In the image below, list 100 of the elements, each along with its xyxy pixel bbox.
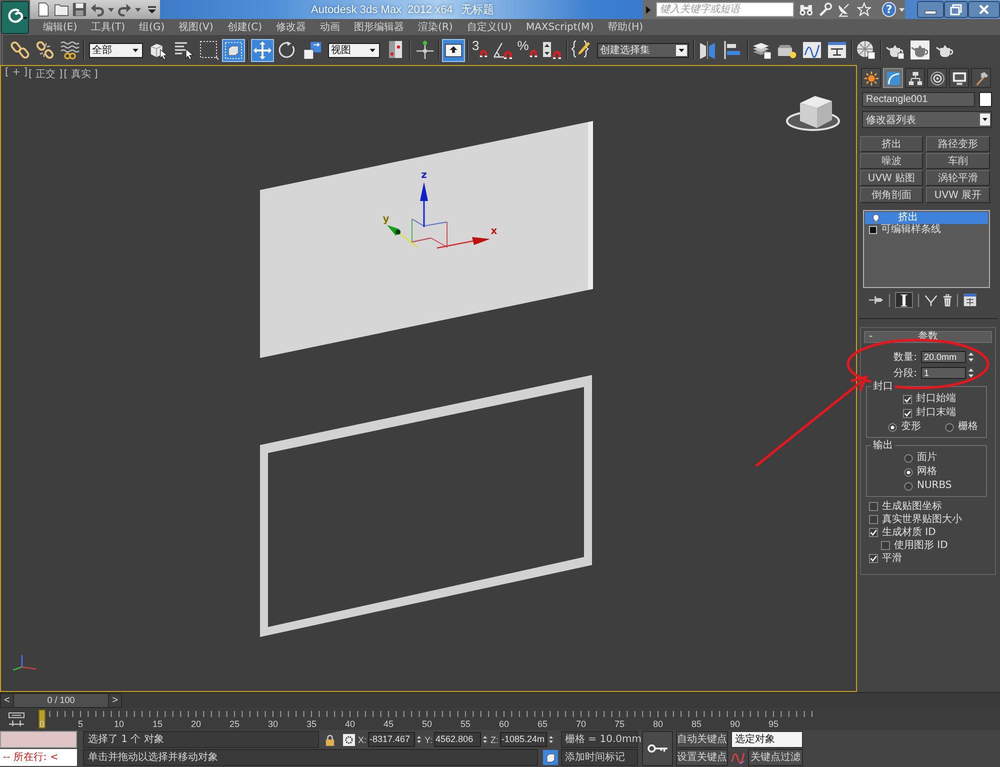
spinner-magnet-icon[interactable]	[542, 40, 562, 60]
minimize-icon[interactable]	[917, 1, 944, 18]
dashed-square-icon[interactable]	[198, 40, 218, 60]
modifier-button[interactable]: 路径变形	[926, 136, 990, 152]
viewport-label[interactable]: [ 真实 ]	[64, 67, 98, 81]
expand-icon[interactable]	[646, 6, 651, 14]
listener-input-field[interactable]	[0, 731, 77, 748]
radio-button[interactable]	[945, 422, 954, 432]
viewport-label[interactable]: [ + ]	[5, 67, 28, 81]
broken-chain-icon[interactable]	[34, 40, 54, 60]
checkbox[interactable]	[869, 554, 878, 563]
timeline-ticks[interactable]	[49, 710, 812, 718]
close-icon[interactable]	[968, 1, 1000, 18]
segments-field[interactable]: 1	[921, 367, 966, 379]
wave-icon[interactable]	[60, 40, 80, 60]
checkbox[interactable]	[903, 408, 912, 418]
panel-tab[interactable]	[971, 68, 991, 88]
menu-item[interactable]: 帮助(H)	[608, 20, 644, 34]
named-selection-dropdown[interactable]: 创建选择集	[596, 42, 689, 58]
layers-icon[interactable]	[752, 40, 772, 60]
app-logo-icon[interactable]	[0, 0, 30, 35]
radio-button[interactable]	[904, 468, 913, 476]
modifier-button[interactable]: 涡轮平滑	[926, 170, 990, 186]
checkbox[interactable]	[869, 502, 878, 511]
stack-item[interactable]: 可编辑样条线	[865, 224, 988, 236]
previous-frame-button[interactable]: <	[1, 694, 13, 707]
modifier-button[interactable]: 车削	[926, 153, 990, 169]
search-field[interactable]: 键入关键字或短语	[656, 2, 794, 17]
menu-item[interactable]: MAXScript(M)	[526, 22, 594, 32]
modifier-button[interactable]: 挤出	[860, 136, 923, 152]
list-cursor-icon[interactable]	[174, 40, 194, 60]
panel-tab[interactable]	[927, 68, 947, 88]
help-button[interactable]: ?	[882, 2, 896, 17]
save-icon[interactable]	[72, 2, 87, 17]
rollout-expander[interactable]: -	[869, 332, 873, 342]
curve-graph-icon[interactable]	[802, 40, 822, 60]
panel-tab[interactable]	[949, 68, 969, 88]
frame-object[interactable]	[260, 375, 592, 637]
checkbox[interactable]	[881, 541, 890, 550]
star-icon[interactable]	[856, 2, 871, 17]
next-frame-button[interactable]: >	[109, 694, 121, 707]
selection-filter-dropdown[interactable]: 全部	[89, 42, 143, 58]
coordinate-field[interactable]: 4562.806	[434, 732, 481, 747]
object-name-field[interactable]: Rectangle001	[862, 92, 975, 107]
menu-item[interactable]: 修改器	[276, 20, 306, 34]
crosshair-icon[interactable]	[414, 40, 434, 60]
window-grid-icon[interactable]	[963, 293, 977, 307]
viewport-label[interactable]: [ 正交 ]	[28, 67, 63, 81]
percent-snap-button[interactable]: %	[517, 39, 538, 61]
swatch-icon[interactable]	[979, 92, 992, 107]
dotted-circle-icon[interactable]	[343, 734, 355, 746]
padlock-icon[interactable]	[325, 734, 335, 746]
move-button[interactable]	[251, 38, 274, 62]
key-button[interactable]	[642, 731, 673, 766]
time-marker[interactable]	[38, 710, 46, 728]
menu-item[interactable]: 工具(T)	[91, 20, 126, 34]
menu-item[interactable]: 动画	[320, 20, 340, 34]
spinner[interactable]	[967, 367, 975, 379]
stack-item[interactable]: 挤出	[865, 212, 988, 224]
folder-icon[interactable]	[54, 2, 69, 17]
pin-icon[interactable]	[869, 295, 884, 305]
window-crossing-button[interactable]	[222, 38, 245, 62]
set-key-button[interactable]: 设置关键点	[676, 749, 728, 766]
time-slider-thumb[interactable]: < 0 / 100 >	[0, 693, 122, 708]
redo-icon[interactable]	[117, 2, 132, 17]
menu-item[interactable]: 组(G)	[139, 20, 165, 34]
spinner[interactable]	[416, 733, 422, 746]
listener-output-field[interactable]: -- 所在行: <	[0, 749, 77, 766]
spinner[interactable]	[967, 351, 975, 363]
restore-icon[interactable]	[944, 1, 968, 18]
schematic-icon[interactable]	[827, 40, 848, 60]
modifier-list-dropdown[interactable]: 修改器列表	[862, 111, 992, 128]
customize-icon[interactable]	[148, 6, 156, 14]
amount-field[interactable]: 20.0mm	[921, 351, 966, 363]
menu-item[interactable]: 图形编辑器	[354, 20, 404, 34]
menu-item[interactable]: 渲染(R)	[418, 20, 453, 34]
checkbox[interactable]	[869, 528, 878, 537]
show-end-result-button[interactable]	[895, 292, 913, 308]
braces-pencil-icon[interactable]	[571, 40, 592, 60]
modifier-button[interactable]: UVW 展开	[926, 187, 990, 203]
menu-item[interactable]: 编辑(E)	[43, 20, 78, 34]
square-icon[interactable]	[869, 226, 877, 234]
auto-key-button[interactable]: 自动关键点	[676, 731, 728, 748]
checker-sphere-icon[interactable]	[856, 40, 876, 60]
key-mode-dropdown[interactable]: 选定对象	[731, 731, 803, 748]
viewport[interactable]: x y z [ + ][ 正交 ][ 真实 ]	[0, 65, 857, 692]
lightbulb-icon[interactable]	[872, 214, 880, 222]
caret-icon[interactable]	[135, 8, 141, 12]
bin-icon[interactable]	[943, 294, 952, 306]
radio-button[interactable]	[888, 422, 897, 432]
undo-icon[interactable]	[90, 2, 105, 17]
spinner[interactable]	[482, 733, 488, 746]
checkbox[interactable]	[869, 515, 878, 524]
cube-tile-icon[interactable]	[543, 750, 558, 765]
modifier-button[interactable]: 倒角剖面	[860, 187, 923, 203]
wrench-icon[interactable]	[818, 2, 832, 17]
chain-icon[interactable]	[10, 40, 30, 60]
panel-tab[interactable]	[883, 68, 903, 88]
spinner[interactable]	[548, 733, 554, 746]
coordinate-system-dropdown[interactable]: 视图	[328, 42, 380, 58]
